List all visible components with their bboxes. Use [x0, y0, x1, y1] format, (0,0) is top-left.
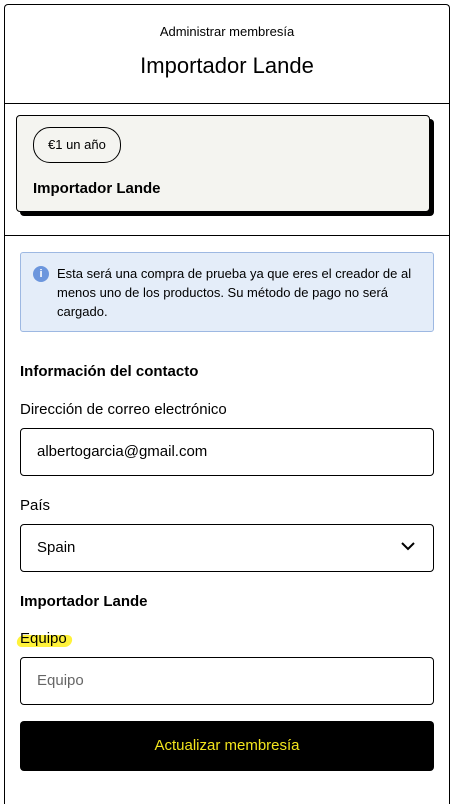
- product-card: €1 un año Importador Lande: [16, 115, 430, 212]
- product-name: Importador Lande: [33, 180, 161, 197]
- info-icon: i: [33, 266, 49, 282]
- panel-header: Administrar membresía Importador Lande: [5, 5, 449, 104]
- checkout-form: i Esta será una compra de prueba ya que …: [5, 236, 449, 771]
- team-placeholder: Equipo: [37, 672, 84, 689]
- page-title: Importador Lande: [140, 53, 314, 78]
- header-kicker: Administrar membresía: [159, 24, 295, 39]
- product-section-heading: Importador Lande: [20, 593, 148, 610]
- country-select[interactable]: Spain: [20, 524, 434, 572]
- country-value: Spain: [37, 539, 76, 556]
- notice-text: Esta será una compra de prueba ya que er…: [57, 266, 412, 319]
- email-field[interactable]: albertogarcia@gmail.com: [20, 428, 434, 476]
- team-input[interactable]: Equipo: [20, 657, 434, 705]
- price-badge: €1 un año: [33, 127, 121, 163]
- test-purchase-notice: i Esta será una compra de prueba ya que …: [20, 252, 434, 332]
- update-membership-button[interactable]: Actualizar membresía: [20, 721, 434, 771]
- contact-heading: Información del contacto: [20, 363, 199, 380]
- team-label: Equipo: [20, 630, 70, 647]
- team-label-wrap: Equipo: [20, 630, 434, 647]
- product-summary: €1 un año Importador Lande: [5, 104, 449, 236]
- membership-panel: Administrar membresía Importador Lande €…: [4, 4, 450, 804]
- email-label: Dirección de correo electrónico: [20, 401, 227, 418]
- chevron-down-icon: [401, 542, 415, 551]
- country-label: País: [20, 497, 51, 514]
